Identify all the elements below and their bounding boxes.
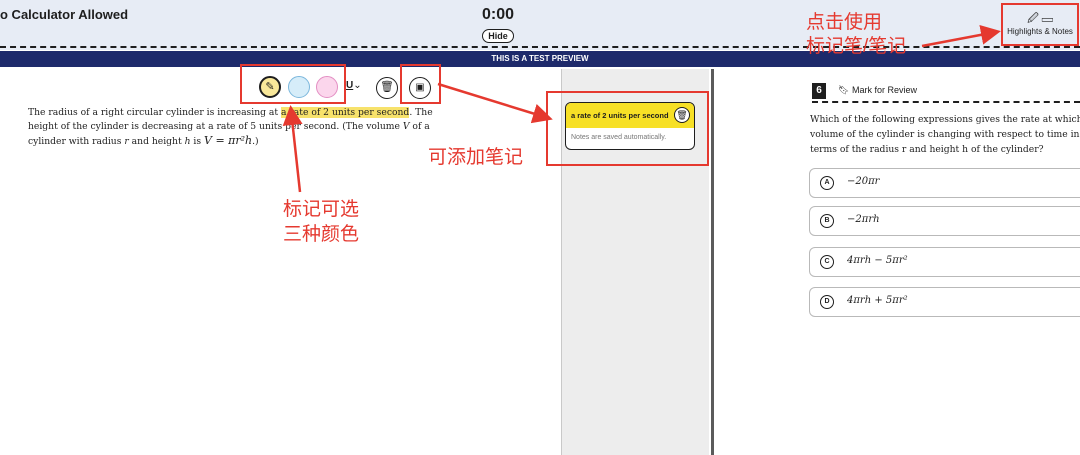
choice-letter: A — [820, 176, 834, 190]
choice-text: 4πrh − 5πr² — [847, 255, 908, 266]
question-line: terms of the radius r and height h of th… — [810, 144, 1044, 155]
answer-choice-c[interactable]: C 4πrh − 5πr² — [809, 247, 1080, 277]
choice-text: −2πrh — [847, 214, 880, 225]
underline-icon: U — [346, 80, 354, 91]
bookmark-icon: 🔖︎ — [838, 85, 850, 95]
trash-icon: 🗑 — [380, 81, 394, 93]
delete-highlight-button[interactable]: 🗑 — [376, 77, 398, 99]
hide-timer-button[interactable]: Hide — [482, 29, 514, 43]
answer-choice-a[interactable]: A −20πr — [809, 168, 1080, 198]
highlighted-text[interactable]: a rate of 2 units per second — [281, 107, 410, 118]
annotation-box-note-card — [546, 91, 709, 166]
mark-review-label: Mark for Review — [851, 85, 917, 95]
annotation-highlighter-notes: 标记笔/笔记 — [806, 36, 907, 57]
choice-text: −20πr — [847, 176, 880, 187]
chevron-down-icon: ⌄ — [353, 80, 362, 91]
pane-divider[interactable] — [711, 69, 714, 455]
annotation-box-note-tool — [400, 64, 441, 104]
section-title: o Calculator Allowed — [0, 7, 129, 22]
passage-segment: is — [190, 136, 204, 147]
annotation-box-highlights-button — [1001, 3, 1079, 46]
underline-dropdown[interactable]: U ⌄ — [346, 80, 370, 91]
top-header: o Calculator Allowed 0:00 Hide 🖉 ▭ Highl… — [0, 0, 1080, 50]
passage-segment: The radius of a right circular cylinder … — [28, 107, 282, 118]
question-text: Which of the following expressions gives… — [810, 112, 1080, 157]
mark-for-review-button[interactable]: 🔖︎ Mark for Review — [838, 85, 917, 96]
annotation-box-colors — [240, 64, 346, 104]
answer-choice-d[interactable]: D 4πrh + 5πr² — [809, 287, 1080, 317]
question-line: volume of the cylinder is changing with … — [810, 129, 1080, 140]
variable-v: V — [402, 121, 410, 132]
annotation-three-colors-1: 标记可选 — [283, 199, 360, 220]
question-number: 6 — [812, 83, 826, 99]
annotation-three-colors-2: 三种颜色 — [283, 224, 360, 245]
passage-segment: .) — [252, 136, 259, 147]
passage-segment: and height — [128, 136, 185, 147]
question-divider — [812, 101, 1080, 103]
annotation-add-notes: 可添加笔记 — [428, 147, 524, 168]
choice-letter: D — [820, 295, 834, 309]
answer-choice-b[interactable]: B −2πrh — [809, 206, 1080, 236]
volume-formula: V = πr²h — [204, 134, 253, 147]
arrow-to-note-card — [437, 82, 553, 124]
test-preview-banner: THIS IS A TEST PREVIEW — [0, 51, 1080, 67]
choice-letter: C — [820, 255, 834, 269]
choice-letter: B — [820, 214, 834, 228]
annotation-click-use: 点击使用 — [806, 12, 883, 33]
question-line: Which of the following expressions gives… — [810, 114, 1080, 125]
choice-text: 4πrh + 5πr² — [847, 295, 908, 306]
timer: 0:00 — [481, 6, 515, 23]
header-divider — [0, 46, 1080, 48]
passage-text[interactable]: The radius of a right circular cylinder … — [28, 106, 433, 149]
